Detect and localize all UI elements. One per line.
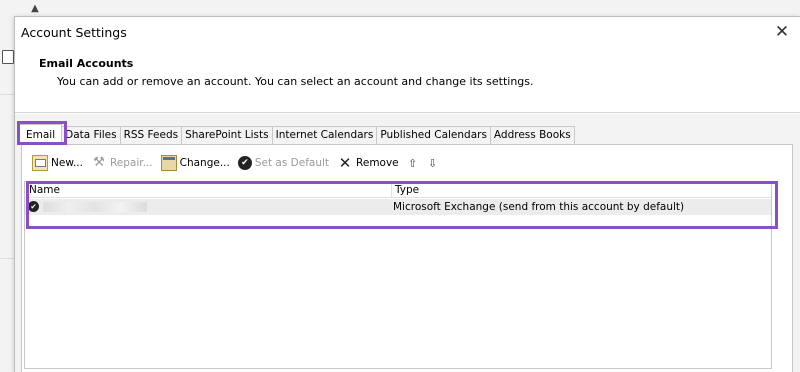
column-header-name[interactable]: Name: [29, 183, 60, 197]
account-type: Microsoft Exchange (send from this accou…: [393, 201, 685, 213]
dialog-header: Email Accounts You can add or remove an …: [15, 47, 800, 113]
new-label: New...: [51, 157, 83, 169]
account-settings-dialog: Account Settings ✕ Email Accounts You ca…: [14, 16, 800, 372]
tab-email[interactable]: Email: [19, 124, 63, 144]
arrow-down-icon[interactable]: ⇩: [427, 157, 439, 170]
header-title: Email Accounts: [39, 57, 134, 70]
repair-icon: ⚒: [93, 155, 105, 170]
tab-strip: Email Data Files RSS Feeds SharePoint Li…: [19, 124, 575, 144]
accounts-list: Name Type ✔ Microsoft Exchange (send fro…: [24, 181, 772, 369]
set-as-default-label: Set as Default: [254, 157, 330, 169]
close-button[interactable]: ✕: [771, 21, 793, 43]
change-label: Change...: [179, 157, 230, 169]
set-as-default-button[interactable]: ✔ Set as Default: [237, 156, 330, 170]
table-row[interactable]: ✔ Microsoft Exchange (send from this acc…: [25, 199, 771, 215]
default-account-check-icon: ✔: [28, 201, 39, 212]
arrow-up-icon[interactable]: ⇧: [407, 157, 419, 170]
column-divider[interactable]: [391, 182, 392, 198]
account-name-redacted: [43, 202, 147, 212]
background-divider: [0, 258, 14, 259]
dialog-title: Account Settings: [21, 25, 127, 40]
dialog-body: Email Data Files RSS Feeds SharePoint Li…: [15, 114, 800, 372]
change-icon: [160, 155, 177, 171]
remove-button[interactable]: ✕ Remove: [337, 155, 399, 171]
header-description: You can add or remove an account. You ca…: [57, 75, 534, 88]
checkmark-circle-icon: ✔: [237, 156, 252, 170]
tab-rss-feeds[interactable]: RSS Feeds: [119, 126, 183, 144]
tab-internet-calendars[interactable]: Internet Calendars: [271, 126, 378, 144]
account-toolbar: New... ⚒ Repair... Change... ✔ Set as De…: [32, 153, 447, 173]
remove-x-icon: ✕: [338, 154, 352, 172]
email-tab-panel: New... ⚒ Repair... Change... ✔ Set as De…: [21, 144, 793, 372]
tab-sharepoint-lists[interactable]: SharePoint Lists: [181, 126, 273, 144]
title-bar: Account Settings ✕: [15, 17, 800, 47]
column-header-type[interactable]: Type: [395, 183, 419, 197]
change-button[interactable]: Change...: [160, 155, 230, 171]
tab-data-files[interactable]: Data Files: [61, 126, 121, 144]
tab-address-books[interactable]: Address Books: [489, 126, 575, 144]
delete-icon: [2, 50, 14, 64]
list-header: Name Type: [25, 182, 771, 198]
new-button[interactable]: New...: [32, 155, 83, 171]
repair-button[interactable]: ⚒ Repair...: [91, 155, 153, 171]
background-divider: [0, 94, 14, 95]
remove-label: Remove: [356, 157, 399, 169]
repair-label: Repair...: [109, 157, 153, 169]
scroll-up-arrow-icon[interactable]: ▲: [28, 2, 42, 16]
new-account-icon: [32, 155, 48, 171]
tab-published-calendars[interactable]: Published Calendars: [376, 126, 491, 144]
